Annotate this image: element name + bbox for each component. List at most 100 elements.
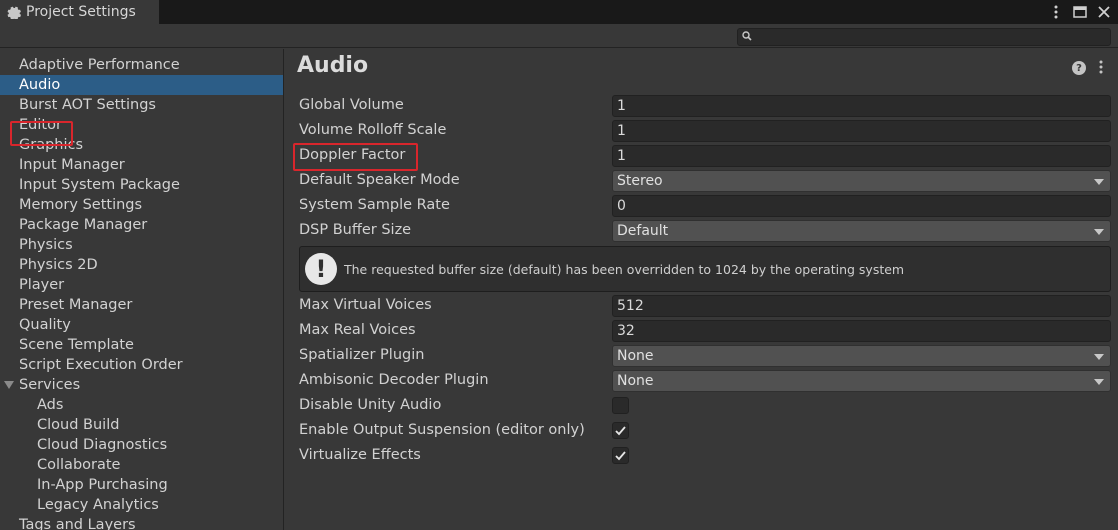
- sidebar-item-adaptive-performance[interactable]: Adaptive Performance: [0, 55, 283, 75]
- warning-icon: !: [305, 253, 337, 285]
- volume-rolloff-scale-field[interactable]: 1: [612, 120, 1111, 142]
- field-label: Disable Unity Audio: [299, 397, 442, 413]
- field-label: Global Volume: [299, 97, 404, 113]
- sidebar-item-label: Cloud Diagnostics: [37, 437, 168, 453]
- sidebar-item-audio[interactable]: Audio: [0, 75, 283, 95]
- more-icon[interactable]: [1048, 3, 1064, 21]
- sidebar-item-memory-settings[interactable]: Memory Settings: [0, 195, 283, 215]
- sidebar-item-physics-2d[interactable]: Physics 2D: [0, 255, 283, 275]
- title-bar: Project Settings: [0, 0, 1118, 24]
- project-settings-tab[interactable]: Project Settings: [0, 0, 160, 24]
- panel-more-icon[interactable]: [1096, 58, 1106, 76]
- dropdown-value: None: [617, 348, 654, 364]
- sidebar-item-label: Script Execution Order: [19, 357, 183, 373]
- sidebar-item-collaborate[interactable]: Collaborate: [0, 455, 283, 475]
- doppler-factor-field[interactable]: 1: [612, 145, 1111, 167]
- close-icon[interactable]: [1096, 3, 1112, 21]
- enable-output-suspension-row: Enable Output Suspension (editor only): [299, 420, 1111, 442]
- sidebar-item-label: In-App Purchasing: [37, 477, 168, 493]
- disable-unity-audio-row: Disable Unity Audio: [299, 395, 1111, 417]
- sidebar-item-script-execution-order[interactable]: Script Execution Order: [0, 355, 283, 375]
- field-label: Default Speaker Mode: [299, 172, 460, 188]
- sidebar-item-label: Physics: [19, 237, 73, 253]
- gear-icon: [6, 4, 22, 20]
- field-label: Ambisonic Decoder Plugin: [299, 372, 489, 388]
- page-title: Audio: [297, 53, 369, 78]
- sidebar-item-graphics[interactable]: Graphics: [0, 135, 283, 155]
- field-label: Virtualize Effects: [299, 447, 421, 463]
- sidebar-item-scene-template[interactable]: Scene Template: [0, 335, 283, 355]
- spatializer-plugin-dropdown[interactable]: None: [612, 345, 1111, 367]
- chevron-down-icon: [1094, 179, 1104, 185]
- sidebar-item-quality[interactable]: Quality: [0, 315, 283, 335]
- sidebar-item-legacy-analytics[interactable]: Legacy Analytics: [0, 495, 283, 515]
- search-input[interactable]: [756, 30, 1096, 44]
- disable-unity-audio-checkbox[interactable]: [612, 397, 629, 414]
- toolbar: [0, 24, 1118, 48]
- sidebar-item-cloud-diagnostics[interactable]: Cloud Diagnostics: [0, 435, 283, 455]
- system-sample-rate-field[interactable]: 0: [612, 195, 1111, 217]
- settings-sidebar: Adaptive Performance Audio Burst AOT Set…: [0, 49, 284, 530]
- ambisonic-decoder-plugin-row: Ambisonic Decoder Plugin None: [299, 370, 1111, 392]
- sidebar-item-label: Preset Manager: [19, 297, 133, 313]
- sidebar-item-label: Input Manager: [19, 157, 125, 173]
- virtualize-effects-checkbox[interactable]: [612, 447, 629, 464]
- settings-main-panel: Audio ? Global Volume 1 Volume Rolloff S…: [285, 49, 1118, 530]
- warning-helpbox: ! The requested buffer size (default) ha…: [299, 246, 1111, 292]
- search-icon: [742, 29, 752, 45]
- sidebar-item-label: Package Manager: [19, 217, 148, 233]
- expand-caret-icon[interactable]: [4, 381, 14, 389]
- chevron-down-icon: [1094, 229, 1104, 235]
- maximize-icon[interactable]: [1072, 3, 1088, 21]
- max-virtual-voices-field[interactable]: 512: [612, 295, 1111, 317]
- help-icon[interactable]: ?: [1072, 61, 1086, 75]
- sidebar-item-cloud-build[interactable]: Cloud Build: [0, 415, 283, 435]
- search-field[interactable]: [737, 28, 1111, 46]
- default-speaker-mode-row: Default Speaker Mode Stereo: [299, 170, 1111, 192]
- dsp-buffer-size-row: DSP Buffer Size Default: [299, 220, 1111, 242]
- sidebar-item-label: Tags and Layers: [19, 517, 136, 530]
- warning-message: The requested buffer size (default) has …: [344, 261, 905, 277]
- field-label: Enable Output Suspension (editor only): [299, 422, 585, 438]
- sidebar-item-preset-manager[interactable]: Preset Manager: [0, 295, 283, 315]
- sidebar-item-editor[interactable]: Editor: [0, 115, 283, 135]
- field-label: Volume Rolloff Scale: [299, 122, 447, 138]
- sidebar-item-label: Player: [19, 277, 65, 293]
- checkmark-icon: [615, 450, 626, 460]
- max-real-voices-field[interactable]: 32: [612, 320, 1111, 342]
- tab-title: Project Settings: [26, 4, 136, 20]
- sidebar-item-services[interactable]: Services: [0, 375, 283, 395]
- sidebar-item-burst-aot-settings[interactable]: Burst AOT Settings: [0, 95, 283, 115]
- sidebar-item-label: Ads: [37, 397, 64, 413]
- sidebar-item-label: Physics 2D: [19, 257, 98, 273]
- global-volume-field[interactable]: 1: [612, 95, 1111, 117]
- sidebar-item-input-manager[interactable]: Input Manager: [0, 155, 283, 175]
- sidebar-item-player[interactable]: Player: [0, 275, 283, 295]
- doppler-factor-row: Doppler Factor 1: [299, 145, 1111, 167]
- checkmark-icon: [615, 425, 626, 435]
- sidebar-item-in-app-purchasing[interactable]: In-App Purchasing: [0, 475, 283, 495]
- default-speaker-mode-dropdown[interactable]: Stereo: [612, 170, 1111, 192]
- field-label: Spatializer Plugin: [299, 347, 425, 363]
- chevron-down-icon: [1094, 354, 1104, 360]
- field-label: Max Virtual Voices: [299, 297, 432, 313]
- sidebar-item-tags-and-layers[interactable]: Tags and Layers: [0, 515, 283, 530]
- dropdown-value: Default: [617, 223, 669, 239]
- virtualize-effects-row: Virtualize Effects: [299, 445, 1111, 467]
- sidebar-item-input-system-package[interactable]: Input System Package: [0, 175, 283, 195]
- sidebar-item-ads[interactable]: Ads: [0, 395, 283, 415]
- sidebar-item-physics[interactable]: Physics: [0, 235, 283, 255]
- ambisonic-decoder-plugin-dropdown[interactable]: None: [612, 370, 1111, 392]
- dsp-buffer-size-dropdown[interactable]: Default: [612, 220, 1111, 242]
- sidebar-item-label: Burst AOT Settings: [19, 97, 156, 113]
- enable-output-suspension-checkbox[interactable]: [612, 422, 629, 439]
- sidebar-item-label: Cloud Build: [37, 417, 120, 433]
- spatializer-plugin-row: Spatializer Plugin None: [299, 345, 1111, 367]
- sidebar-item-label: Scene Template: [19, 337, 134, 353]
- sidebar-item-label: Legacy Analytics: [37, 497, 159, 513]
- sidebar-item-label: Input System Package: [19, 177, 180, 193]
- global-volume-row: Global Volume 1: [299, 95, 1111, 117]
- sidebar-item-label: Memory Settings: [19, 197, 143, 213]
- sidebar-item-label: Graphics: [19, 137, 84, 153]
- sidebar-item-package-manager[interactable]: Package Manager: [0, 215, 283, 235]
